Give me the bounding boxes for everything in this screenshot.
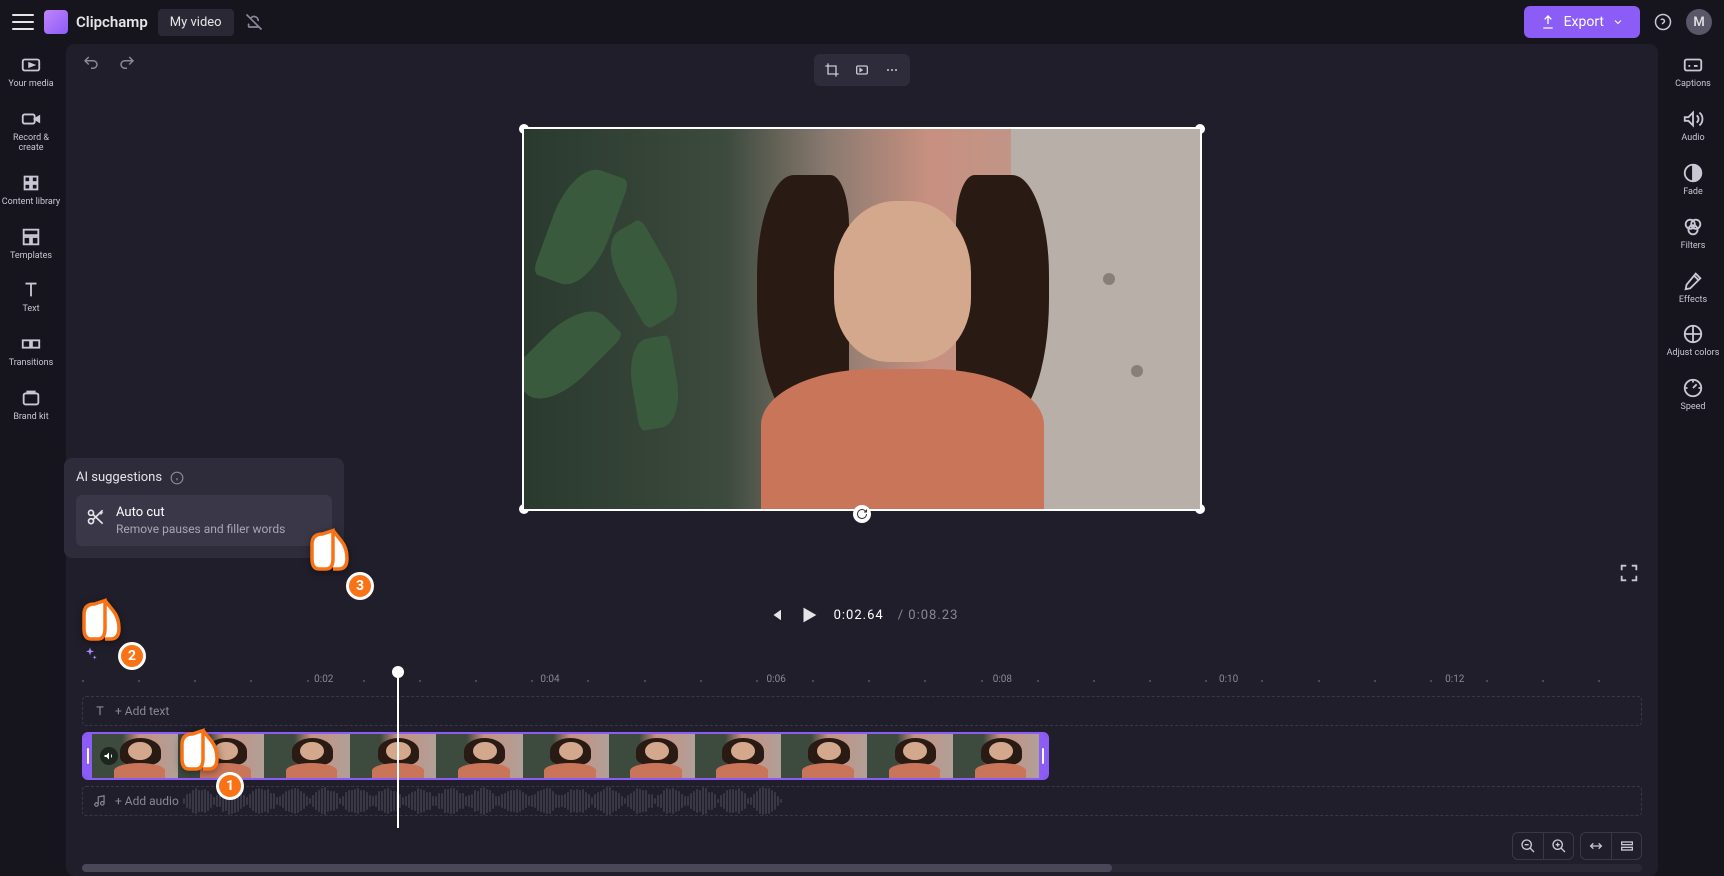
time-total: / 0:08.23	[898, 608, 959, 623]
left-sidebar: Your media Record & create Content libra…	[0, 44, 62, 876]
sidebar-audio[interactable]: Audio	[1681, 108, 1704, 144]
timeline-scrollbar[interactable]	[82, 864, 1642, 872]
auto-cut-icon	[86, 507, 106, 527]
zoom-in-button[interactable]	[1543, 833, 1573, 859]
sidebar-fade[interactable]: Fade	[1682, 162, 1704, 198]
project-title[interactable]: My video	[158, 9, 234, 36]
app-logo[interactable]: Clipchamp	[44, 10, 148, 34]
sidebar-record-create[interactable]: Record & create	[0, 108, 62, 154]
rotate-handle[interactable]	[853, 505, 871, 523]
playback-controls: 0:02.64 / 0:08.23	[66, 594, 1658, 636]
video-clip[interactable]	[82, 732, 1049, 780]
clip-handle-right[interactable]	[1039, 734, 1047, 778]
ai-auto-cut-item[interactable]: Auto cut Remove pauses and filler words	[76, 495, 332, 546]
text-track[interactable]: + Add text	[82, 696, 1642, 726]
sidebar-templates[interactable]: Templates	[10, 226, 52, 262]
audio-track[interactable]: + Add audio	[82, 786, 1642, 816]
timeline-ruler[interactable]: 0:020:040:060:080:100:12	[82, 672, 1642, 696]
right-sidebar: Captions Audio Fade Filters Effects Adju…	[1662, 44, 1724, 876]
scrollbar-thumb[interactable]	[82, 864, 1112, 872]
more-button[interactable]	[878, 58, 906, 82]
user-avatar[interactable]: M	[1686, 9, 1712, 35]
crop-button[interactable]	[818, 58, 846, 82]
fit-button[interactable]	[848, 58, 876, 82]
video-track[interactable]	[82, 732, 1642, 780]
scissors-button[interactable]	[118, 646, 134, 662]
ai-suggestions-popup: AI suggestions Auto cut Remove pauses an…	[64, 458, 344, 558]
sync-off-icon[interactable]	[244, 12, 264, 32]
video-preview	[524, 129, 1200, 509]
playhead[interactable]	[397, 672, 399, 828]
sidebar-speed[interactable]: Speed	[1680, 377, 1705, 413]
ai-sparkle-button[interactable]	[82, 646, 98, 662]
undo-button[interactable]	[82, 54, 100, 72]
play-button[interactable]	[798, 604, 820, 626]
upload-icon	[1540, 14, 1556, 30]
text-icon	[93, 704, 107, 718]
timeline-view-button[interactable]	[1611, 833, 1641, 859]
sidebar-filters[interactable]: Filters	[1681, 216, 1706, 252]
sidebar-text[interactable]: Text	[20, 279, 42, 315]
redo-button[interactable]	[118, 54, 136, 72]
chevron-down-icon	[1612, 16, 1624, 28]
ai-popup-title: AI suggestions	[76, 470, 162, 485]
menu-button[interactable]	[12, 11, 34, 33]
app-name: Clipchamp	[76, 13, 148, 31]
sidebar-brand-kit[interactable]: Brand kit	[13, 387, 48, 423]
fullscreen-button[interactable]	[1618, 562, 1640, 584]
sidebar-your-media[interactable]: Your media	[8, 54, 53, 90]
logo-icon	[44, 10, 68, 34]
clip-handle-left[interactable]	[84, 734, 92, 778]
sidebar-effects[interactable]: Effects	[1679, 270, 1707, 306]
fit-timeline-button[interactable]	[1581, 833, 1611, 859]
sidebar-adjust-colors[interactable]: Adjust colors	[1667, 323, 1720, 359]
clip-volume-icon[interactable]	[100, 747, 118, 765]
music-icon	[93, 794, 107, 808]
export-button[interactable]: Export	[1524, 6, 1640, 38]
canvas-toolbar	[814, 54, 910, 86]
info-icon[interactable]	[170, 471, 184, 485]
sidebar-content-library[interactable]: Content library	[2, 172, 60, 208]
help-button[interactable]	[1650, 9, 1676, 35]
video-canvas[interactable]	[522, 127, 1202, 511]
sidebar-captions[interactable]: Captions	[1675, 54, 1711, 90]
skip-back-button[interactable]	[766, 606, 784, 624]
zoom-out-button[interactable]	[1513, 833, 1543, 859]
sidebar-transitions[interactable]: Transitions	[9, 333, 54, 369]
time-current: 0:02.64	[834, 608, 884, 623]
